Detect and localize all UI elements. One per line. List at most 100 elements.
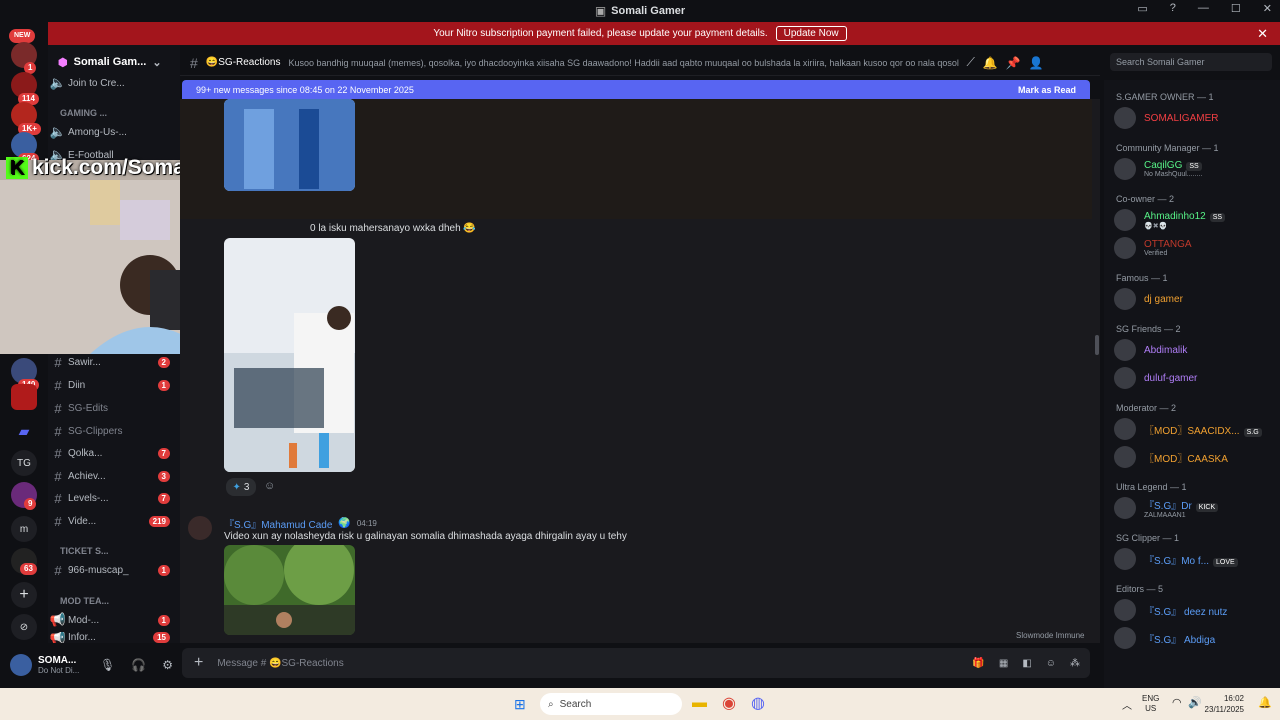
- channel-item[interactable]: 📢 Mod-... 1: [48, 610, 178, 630]
- pin-icon[interactable]: 📌: [1006, 56, 1021, 70]
- message-image[interactable]: [224, 99, 355, 191]
- channel-item[interactable]: # Diin 1: [48, 375, 178, 395]
- new-messages-text: 99+ new messages since 08:45 on 22 Novem…: [196, 84, 414, 95]
- message-video[interactable]: [224, 238, 355, 472]
- channel-item[interactable]: #966-muscap_ 1: [48, 560, 178, 580]
- update-now-button[interactable]: Update Now: [775, 26, 847, 41]
- member-item[interactable]: SOMALIGAMER: [1114, 107, 1218, 129]
- windows-start-icon[interactable]: ⊞: [514, 696, 526, 713]
- member-item[interactable]: Ahmadinho12 SS 💀✖💀: [1114, 209, 1226, 231]
- channel-item[interactable]: # Qolka... 7: [48, 443, 178, 463]
- members-icon[interactable]: 👤: [1029, 56, 1044, 70]
- kick-logo: K: [6, 157, 28, 179]
- author-name[interactable]: 『S.G』Mahamud Cade: [224, 516, 332, 531]
- hash-icon: #: [54, 562, 62, 578]
- member-item[interactable]: 『S.G』Mo f... LOVE: [1114, 548, 1238, 570]
- reaction-emoji-icon: ✦: [232, 481, 241, 493]
- close-button[interactable]: ✕: [1263, 2, 1272, 15]
- avatar[interactable]: [188, 516, 212, 540]
- apps-icon[interactable]: ⁂: [1070, 658, 1080, 669]
- channel-item[interactable]: 📢 Infor... 15: [48, 632, 178, 643]
- channel-name: Achiev...: [68, 470, 106, 482]
- mention-badge: 219: [148, 515, 170, 527]
- avatar[interactable]: [10, 654, 32, 676]
- member-item[interactable]: Abdimalik: [1114, 339, 1187, 361]
- server-icon[interactable]: [11, 384, 37, 410]
- avatar: [1114, 209, 1136, 231]
- close-banner-icon[interactable]: ✕: [1257, 26, 1268, 42]
- message-video[interactable]: [224, 545, 355, 635]
- channel-item[interactable]: # Vide... 219: [48, 511, 178, 531]
- channel-item[interactable]: 🔈 Join to Cre...: [48, 73, 178, 93]
- mark-as-read-button[interactable]: Mark as Read: [1018, 85, 1076, 95]
- bell-icon[interactable]: 🔔: [983, 56, 998, 70]
- add-attachment-icon[interactable]: +: [194, 654, 203, 672]
- folder-icon[interactable]: ▰: [11, 418, 37, 444]
- category-gaming[interactable]: GAMING ...: [60, 108, 107, 118]
- wifi-icon[interactable]: ◠: [1172, 696, 1182, 709]
- add-reaction-icon[interactable]: ☺: [264, 480, 275, 492]
- member-item[interactable]: CaqilGG SS No MashQuul........: [1114, 158, 1202, 180]
- avatar: [1114, 627, 1136, 649]
- channel-item[interactable]: # Sawir... 2: [48, 352, 178, 372]
- search-input[interactable]: Search Somali Gamer: [1110, 53, 1272, 71]
- member-item[interactable]: 『S.G』 Abdiga: [1114, 627, 1215, 649]
- sticker-icon[interactable]: ◧: [1022, 658, 1031, 669]
- clock[interactable]: 16:02 23/11/2025: [1204, 693, 1244, 715]
- add-server-icon[interactable]: +: [11, 582, 37, 608]
- hash-icon: #: [54, 445, 62, 461]
- member-item[interactable]: 『S.G』 deez nutz: [1114, 599, 1227, 621]
- mention-badge: 1: [157, 614, 170, 626]
- channel-item[interactable]: # Levels-... 7: [48, 488, 178, 508]
- threads-icon[interactable]: ⟋: [967, 55, 975, 70]
- chevron-up-icon[interactable]: ︿: [1122, 697, 1132, 712]
- member-item[interactable]: 〖MOD〗SAACIDX... S.G: [1114, 418, 1262, 440]
- hash-icon: #: [54, 513, 62, 529]
- taskbar-search[interactable]: ⌕ Search: [540, 693, 682, 715]
- language-indicator[interactable]: ENG US: [1142, 694, 1159, 714]
- gif-icon[interactable]: ▦: [999, 658, 1008, 669]
- maximize-button[interactable]: ☐: [1231, 2, 1241, 15]
- mention-badge: 15: [153, 632, 170, 643]
- gift-icon[interactable]: 🎁: [972, 658, 984, 669]
- mic-icon[interactable]: 🎙: [100, 658, 115, 672]
- help-icon[interactable]: ?: [1170, 2, 1176, 15]
- discord-icon[interactable]: ◍: [751, 693, 765, 713]
- emoji-icon[interactable]: ☺: [1046, 658, 1056, 669]
- member-item[interactable]: OTTANGA Verified: [1114, 237, 1192, 259]
- member-item[interactable]: dj gamer: [1114, 288, 1183, 310]
- member-item[interactable]: 『S.G』Dr KICK ZALMAAAN1: [1114, 497, 1219, 519]
- channel-item[interactable]: 🔈 Among-Us-...: [48, 122, 178, 142]
- minimize-button[interactable]: —: [1198, 2, 1209, 15]
- avatar: [1114, 367, 1136, 389]
- notification-icon[interactable]: 🔔: [1258, 696, 1272, 709]
- clock-date: 23/11/2025: [1204, 705, 1244, 714]
- volume-icon[interactable]: 🔊: [1188, 696, 1202, 709]
- channel-item[interactable]: # Achiev... 3: [48, 466, 178, 486]
- discover-icon[interactable]: ⊘: [11, 614, 37, 640]
- inbox-icon[interactable]: ▭: [1137, 2, 1147, 15]
- settings-icon[interactable]: ⚙: [162, 658, 173, 672]
- member-text: dj gamer: [1144, 294, 1183, 305]
- channel-topic[interactable]: Kusoo bandhig muuqaal (memes), qosolka, …: [289, 58, 959, 68]
- guild-header[interactable]: ⬢ Somali Gam... ⌄: [48, 50, 180, 74]
- avatar: [1114, 237, 1136, 259]
- avatar: [1114, 107, 1136, 129]
- user-info[interactable]: SOMA... Do Not Di...: [38, 655, 90, 675]
- category-mod[interactable]: MOD TEA...: [60, 596, 109, 606]
- chrome-icon[interactable]: ◉: [722, 693, 736, 713]
- message-input[interactable]: Message # 😄SG-Reactions: [217, 658, 958, 669]
- server-tg[interactable]: TG: [11, 450, 37, 476]
- channel-item[interactable]: # SG-Clippers: [48, 421, 178, 441]
- reaction-chip[interactable]: ✦ 3: [226, 478, 256, 496]
- category-ticket[interactable]: TICKET S...: [60, 546, 109, 556]
- headphones-icon[interactable]: 🎧: [131, 658, 146, 672]
- chat-scrollbar[interactable]: [1095, 335, 1099, 355]
- member-item[interactable]: duluf-gamer: [1114, 367, 1197, 389]
- file-explorer-icon[interactable]: ▬: [692, 694, 707, 711]
- member-item[interactable]: 〖MOD〗CAASKA: [1114, 446, 1228, 468]
- server-m[interactable]: m: [11, 516, 37, 542]
- new-messages-bar[interactable]: 99+ new messages since 08:45 on 22 Novem…: [182, 80, 1090, 99]
- channel-item[interactable]: # SG-Edits: [48, 398, 178, 418]
- avatar: [1114, 339, 1136, 361]
